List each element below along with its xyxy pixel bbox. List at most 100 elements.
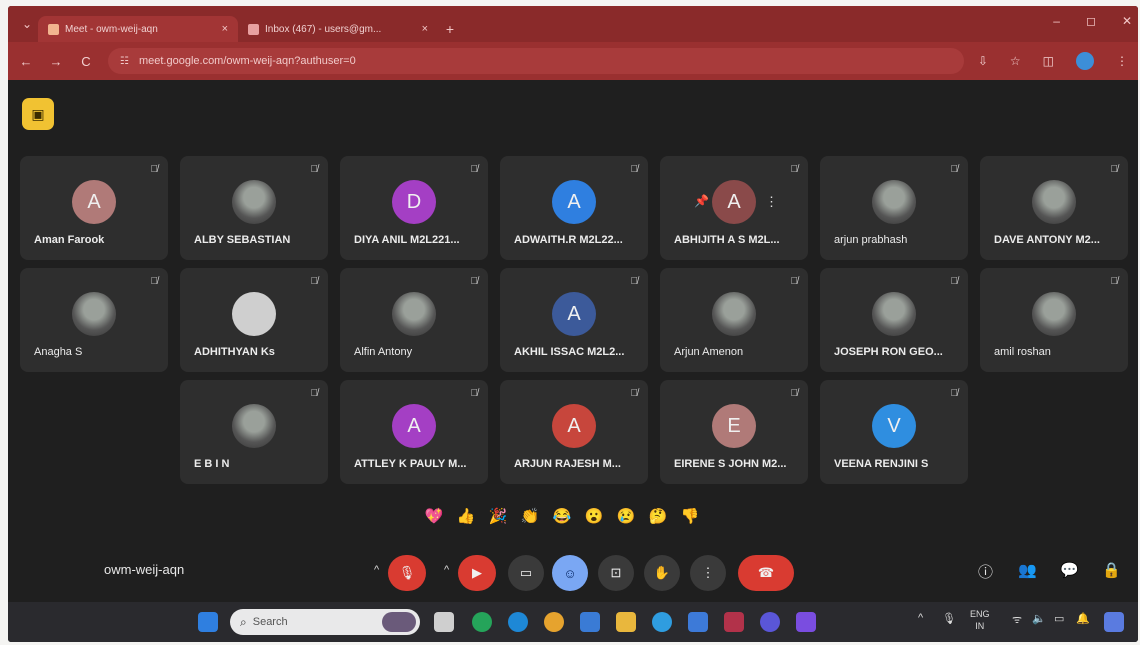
participant-tile[interactable]: 🎙̸ arjun prabhash [820, 156, 968, 260]
participant-avatar: A [392, 404, 436, 448]
forward-button[interactable]: → [48, 54, 64, 69]
reaction-emoji[interactable]: 👏 [520, 506, 540, 526]
word-icon[interactable] [688, 612, 708, 632]
participant-tile[interactable]: 🎙̸ A ARJUN RAJESH M... [500, 380, 648, 484]
participant-tile[interactable]: 🎙̸ A ATTLEY K PAULY M... [340, 380, 488, 484]
url-field[interactable]: ☷ meet.google.com/owm-weij-aqn?authuser=… [108, 48, 964, 74]
reload-button[interactable]: C [78, 54, 94, 69]
participant-tile[interactable]: 🎙̸ Arjun Amenon [660, 268, 808, 372]
participant-tile[interactable]: 🎙̸ E EIRENE S JOHN M2... [660, 380, 808, 484]
participant-tile[interactable]: 🎙̸ E B I N [180, 380, 328, 484]
host-controls-icon[interactable]: 🔒 [1102, 561, 1121, 579]
more-options-button[interactable]: ⋮ [690, 555, 726, 591]
install-icon[interactable]: ⇩ [978, 54, 988, 68]
mic-muted-icon: 🎙̸ [950, 388, 959, 399]
tab-meet[interactable]: Meet - owm-weij-aqn × [38, 16, 238, 42]
task-view-icon[interactable] [434, 612, 454, 632]
participant-tile[interactable]: 🎙̸ ALBY SEBASTIAN [180, 156, 328, 260]
camera-options-chevron-icon[interactable]: ^ [444, 564, 449, 576]
tab-inbox[interactable]: Inbox (467) - users@gm... × [238, 16, 438, 42]
mic-tray-icon[interactable]: 🎙 [942, 612, 956, 625]
app-icon[interactable] [652, 612, 672, 632]
people-icon[interactable]: 👥 [1018, 561, 1037, 579]
app-icon[interactable] [760, 612, 780, 632]
reaction-emoji[interactable]: 😂 [552, 506, 572, 526]
reaction-emoji[interactable]: 😢 [616, 506, 636, 526]
reaction-emoji[interactable]: 👍 [456, 506, 476, 526]
store-icon[interactable] [580, 612, 600, 632]
chat-icon[interactable]: 💬 [1060, 561, 1079, 579]
participant-tile[interactable]: 🎙̸ ADHITHYAN Ks [180, 268, 328, 372]
mic-muted-icon: 🎙̸ [790, 164, 799, 175]
participant-tile[interactable]: 🎙̸ V VEENA RENJINI S [820, 380, 968, 484]
wifi-icon[interactable]: ᯤ [1012, 612, 1022, 627]
minimize-button[interactable]: – [1053, 14, 1060, 28]
tile-more-icon[interactable]: ⋮ [765, 194, 778, 210]
pin-icon[interactable]: 📌 [694, 194, 709, 208]
new-tab-button[interactable]: + [438, 16, 462, 42]
app-icon[interactable] [724, 612, 744, 632]
reaction-emoji[interactable]: 👎 [680, 506, 700, 526]
mic-toggle-button[interactable]: 🎙 [388, 555, 426, 591]
copilot-icon[interactable] [1104, 612, 1124, 632]
reaction-emoji[interactable]: 💖 [424, 506, 444, 526]
battery-icon[interactable]: ▭ [1054, 612, 1064, 625]
mic-muted-icon: 🎙̸ [790, 276, 799, 287]
volume-icon[interactable]: 🔈 [1032, 612, 1046, 625]
participant-tile[interactable]: 🎙̸ A 📌 ⋮ ABHIJITH A S M2L... [660, 156, 808, 260]
participant-name: Arjun Amenon [674, 346, 744, 358]
captions-button[interactable]: ▭ [508, 555, 544, 591]
meet-favicon-icon [48, 23, 59, 35]
participant-tile[interactable]: 🎙̸ A ADWAITH.R M2L22... [500, 156, 648, 260]
maximize-button[interactable]: ◻ [1086, 14, 1096, 28]
mic-options-chevron-icon[interactable]: ^ [374, 564, 379, 576]
participant-tile[interactable]: 🎙̸ JOSEPH RON GEO... [820, 268, 968, 372]
participant-tile[interactable]: 🎙̸ DAVE ANTONY M2... [980, 156, 1128, 260]
leave-call-button[interactable]: ☎ [738, 555, 794, 591]
present-screen-button[interactable]: ⊡ [598, 555, 634, 591]
reaction-emoji[interactable]: 🤔 [648, 506, 668, 526]
participant-tile[interactable]: 🎙̸ A Aman Farook [20, 156, 168, 260]
profile-avatar[interactable] [1076, 52, 1094, 70]
file-explorer-icon[interactable] [616, 612, 636, 632]
participant-name: DAVE ANTONY M2... [994, 234, 1100, 246]
reactions-button[interactable]: ☺ [552, 555, 588, 591]
participant-tile[interactable]: 🎙̸ D DIYA ANIL M2L221... [340, 156, 488, 260]
tab-title: Inbox (467) - users@gm... [265, 23, 382, 35]
extensions-icon[interactable]: ◫ [1043, 54, 1054, 68]
meet-stage: ▣ 🎙̸ A Aman Farook 🎙̸ ALBY SEBASTIAN 🎙̸ D DIYA … [8, 80, 1138, 602]
tab-close-icon[interactable]: × [222, 23, 228, 35]
notification-bell-icon[interactable]: 🔔 [1076, 612, 1090, 625]
language-indicator[interactable]: ENG IN [970, 608, 990, 632]
emoji-icon: ☺ [563, 565, 577, 581]
whatsapp-icon[interactable] [472, 612, 492, 632]
participant-tile[interactable]: 🎙̸ Alfin Antony [340, 268, 488, 372]
participant-avatar [872, 292, 916, 336]
participant-name: E B I N [194, 458, 230, 470]
menu-kebab-icon[interactable]: ⋮ [1116, 54, 1128, 68]
raise-hand-button[interactable]: ✋ [644, 555, 680, 591]
participant-name: ALBY SEBASTIAN [194, 234, 291, 246]
reaction-emoji[interactable]: 🎉 [488, 506, 508, 526]
bookmark-star-icon[interactable]: ☆ [1010, 54, 1021, 68]
participant-name: EIRENE S JOHN M2... [674, 458, 787, 470]
site-info-icon[interactable]: ☷ [120, 56, 129, 67]
meeting-details-icon[interactable]: ⓘ [978, 561, 993, 582]
start-windows-icon[interactable] [198, 612, 218, 632]
tab-search-icon[interactable]: ⌄ [16, 13, 38, 35]
edge-icon[interactable] [508, 612, 528, 632]
camera-off-indicator-icon: ▣ [22, 98, 54, 130]
app-icon[interactable] [796, 612, 816, 632]
region-code: IN [975, 621, 985, 631]
tab-close-icon[interactable]: × [422, 23, 428, 35]
participant-tile[interactable]: 🎙̸ amil roshan [980, 268, 1128, 372]
participant-tile[interactable]: 🎙̸ A AKHIL ISSAC M2L2... [500, 268, 648, 372]
close-window-button[interactable]: ✕ [1122, 14, 1132, 28]
camera-toggle-button[interactable]: ▶ [458, 555, 496, 591]
reaction-emoji[interactable]: 😮 [584, 506, 604, 526]
chrome-icon[interactable] [544, 612, 564, 632]
taskbar-search[interactable]: ⌕ Search [230, 609, 420, 635]
back-button[interactable]: ← [18, 54, 34, 69]
tray-expand-icon[interactable]: ^ [918, 612, 923, 624]
participant-tile[interactable]: 🎙̸ Anagha S [20, 268, 168, 372]
